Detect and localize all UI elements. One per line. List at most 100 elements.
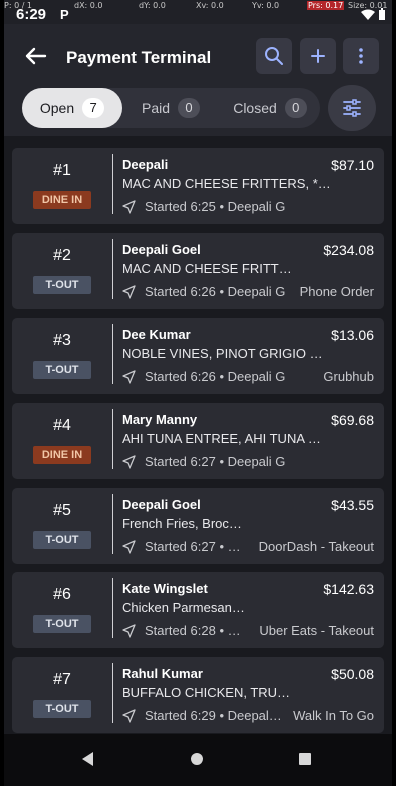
send-icon bbox=[122, 455, 136, 469]
customer-name: Kate Wingslet bbox=[122, 581, 208, 596]
tab-paid-label: Paid bbox=[141, 100, 171, 116]
divider bbox=[112, 663, 113, 723]
customer-name: Rahul Kumar bbox=[122, 666, 203, 681]
customer-name: Deepali bbox=[122, 157, 169, 172]
order-source: Grubhub bbox=[323, 369, 374, 384]
customer-name: Dee Kumar bbox=[122, 327, 191, 342]
order-type-badge: T-OUT bbox=[33, 615, 91, 633]
order-number: #3 bbox=[53, 332, 71, 349]
order-card[interactable]: #5 T-OUT Deepali Goel $43.55 French Frie… bbox=[12, 488, 384, 564]
customer-name: Mary Manny bbox=[122, 412, 198, 427]
debug-dy: dY: 0.0 bbox=[139, 1, 166, 10]
search-button[interactable] bbox=[256, 38, 292, 74]
tab-open-count: 7 bbox=[82, 98, 105, 118]
order-started: Started 6:25 • Deepali G bbox=[145, 199, 286, 214]
plus-icon bbox=[311, 49, 325, 63]
order-items: Chicken Parmesan… bbox=[122, 600, 245, 615]
order-items: BUFFALO CHICKEN, TRU… bbox=[122, 685, 291, 700]
order-type-badge: DINE IN bbox=[33, 191, 91, 209]
order-items: AHI TUNA ENTREE, AHI TUNA … bbox=[122, 431, 321, 446]
debug-pressure: Prs: 0.17 bbox=[307, 1, 345, 10]
search-icon bbox=[265, 47, 283, 65]
debug-xv: Xv: 0.0 bbox=[196, 1, 224, 10]
order-started: Started 6:26 • Deepali G bbox=[145, 369, 286, 384]
send-icon bbox=[122, 624, 136, 638]
order-started: Started 6:29 • Deepal… bbox=[145, 708, 282, 723]
order-card[interactable]: #1 DINE IN Deepali $87.10 MAC AND CHEESE… bbox=[12, 148, 384, 224]
divider bbox=[112, 578, 113, 638]
order-card[interactable]: #2 T-OUT Deepali Goel $234.08 MAC AND CH… bbox=[12, 233, 384, 309]
notification-p-icon: P bbox=[60, 7, 69, 22]
debug-yv: Yv: 0.0 bbox=[252, 1, 280, 10]
wifi-icon bbox=[360, 9, 375, 20]
order-started: Started 6:26 • Deepali G bbox=[145, 284, 286, 299]
status-tabs: Open 7 Paid 0 Closed 0 bbox=[22, 88, 320, 128]
order-amount: $234.08 bbox=[323, 242, 374, 258]
more-vert-icon bbox=[359, 48, 363, 64]
order-source: Uber Eats - Takeout bbox=[259, 623, 374, 638]
order-started: Started 6:28 • … bbox=[145, 623, 241, 638]
customer-name: Deepali Goel bbox=[122, 497, 201, 512]
tab-open[interactable]: Open 7 bbox=[22, 88, 122, 128]
order-card[interactable]: #7 T-OUT Rahul Kumar $50.08 BUFFALO CHIC… bbox=[12, 657, 384, 733]
order-number: #5 bbox=[53, 502, 71, 519]
order-number: #4 bbox=[53, 417, 71, 434]
back-arrow-icon bbox=[25, 47, 47, 65]
tab-open-label: Open bbox=[39, 100, 75, 116]
send-icon bbox=[122, 370, 136, 384]
order-number: #7 bbox=[53, 671, 71, 688]
send-icon bbox=[122, 200, 136, 214]
divider bbox=[112, 239, 113, 299]
tab-closed-label: Closed bbox=[233, 100, 277, 116]
tab-paid-count: 0 bbox=[178, 98, 201, 118]
order-number: #2 bbox=[53, 247, 71, 264]
order-amount: $13.06 bbox=[331, 327, 374, 343]
order-started: Started 6:27 • … bbox=[145, 539, 241, 554]
order-source: Walk In To Go bbox=[293, 708, 374, 723]
status-icons bbox=[360, 8, 386, 23]
order-type-badge: T-OUT bbox=[33, 276, 91, 294]
page-title: Payment Terminal bbox=[66, 48, 212, 67]
order-number: #1 bbox=[53, 162, 71, 179]
order-items: MAC AND CHEESE FRITTERS, *… bbox=[122, 176, 331, 191]
divider bbox=[112, 494, 113, 554]
filter-button[interactable] bbox=[328, 85, 376, 131]
nav-back-button[interactable] bbox=[82, 752, 93, 766]
send-icon bbox=[122, 285, 136, 299]
order-started: Started 6:27 • Deepali G bbox=[145, 454, 286, 469]
nav-home-button[interactable] bbox=[191, 753, 203, 765]
order-amount: $142.63 bbox=[323, 581, 374, 597]
order-amount: $43.55 bbox=[331, 497, 374, 513]
order-items: French Fries, Broc… bbox=[122, 516, 242, 531]
order-card[interactable]: #6 T-OUT Kate Wingslet $142.63 Chicken P… bbox=[12, 572, 384, 648]
order-type-badge: DINE IN bbox=[33, 446, 91, 464]
order-source: DoorDash - Takeout bbox=[258, 539, 374, 554]
filter-row: Open 7 Paid 0 Closed 0 bbox=[4, 85, 392, 136]
tab-closed[interactable]: Closed 0 bbox=[220, 88, 320, 128]
send-icon bbox=[122, 540, 136, 554]
order-source: Phone Order bbox=[299, 284, 374, 299]
customer-name: Deepali Goel bbox=[122, 242, 201, 257]
more-options-button[interactable] bbox=[343, 38, 379, 74]
tab-paid[interactable]: Paid 0 bbox=[126, 88, 216, 128]
divider bbox=[112, 154, 113, 214]
app-header: Payment Terminal bbox=[4, 24, 392, 88]
tab-closed-count: 0 bbox=[284, 98, 307, 118]
order-items: NOBLE VINES, PINOT GRIGIO … bbox=[122, 346, 323, 361]
order-number: #6 bbox=[53, 586, 71, 603]
order-type-badge: T-OUT bbox=[33, 700, 91, 718]
back-button[interactable] bbox=[24, 44, 50, 70]
order-amount: $87.10 bbox=[331, 157, 374, 173]
divider bbox=[112, 324, 113, 384]
status-time: 6:29 bbox=[16, 6, 47, 23]
app-screen: P: 0 / 1 dX: 0.0 dY: 0.0 Xv: 0.0 Yv: 0.0… bbox=[4, 0, 392, 786]
battery-icon bbox=[379, 8, 385, 20]
order-card[interactable]: #3 T-OUT Dee Kumar $13.06 NOBLE VINES, P… bbox=[12, 318, 384, 394]
system-nav-bar bbox=[4, 734, 392, 786]
add-order-button[interactable] bbox=[300, 38, 336, 74]
order-amount: $50.08 bbox=[331, 666, 374, 682]
send-icon bbox=[122, 709, 136, 723]
nav-recents-button[interactable] bbox=[299, 753, 311, 765]
order-card[interactable]: #4 DINE IN Mary Manny $69.68 AHI TUNA EN… bbox=[12, 403, 384, 479]
order-type-badge: T-OUT bbox=[33, 531, 91, 549]
